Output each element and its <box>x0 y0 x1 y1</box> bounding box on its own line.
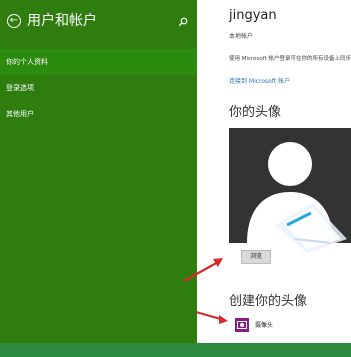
camera-label: 摄像头 <box>255 322 274 329</box>
nav-item-label: 你的个人资料 <box>6 58 48 66</box>
header: ← 用户和帐户 <box>0 10 197 38</box>
browse-button[interactable]: 浏览 <box>241 250 271 264</box>
search-icon[interactable] <box>178 17 188 27</box>
nav-item-sign-in-options[interactable]: 登录选项 <box>0 75 197 101</box>
camera-icon <box>235 318 249 332</box>
mouse-pointer-icon <box>275 203 347 253</box>
nav-item-other-users[interactable]: 其他用户 <box>0 101 197 127</box>
page-title: 用户和帐户 <box>27 13 97 29</box>
profile-content: jingyan 本地帐户 使用 Microsoft 帐户登录可在你的所有设备上同… <box>197 0 351 343</box>
annotation-arrow-icon <box>183 258 223 282</box>
bottom-bar <box>0 343 351 357</box>
left-panel: ← 用户和帐户 你的个人资料 登录选项 其他用户 <box>0 0 197 343</box>
connect-microsoft-account-link[interactable]: 连接到 Microsoft 帐户 <box>229 76 290 85</box>
avatar-heading: 你的头像 <box>229 105 282 120</box>
account-description: 使用 Microsoft 帐户登录可在你的所有设备上同步你的设置、文件和设置的其… <box>229 56 351 62</box>
account-type: 本地帐户 <box>229 33 254 40</box>
camera-option[interactable]: 摄像头 <box>235 318 295 334</box>
back-arrow-icon[interactable]: ← <box>7 14 21 28</box>
nav-item-label: 其他用户 <box>6 110 34 118</box>
nav-item-your-profile[interactable]: 你的个人资料 <box>0 49 197 75</box>
nav-list: 你的个人资料 登录选项 其他用户 <box>0 49 197 127</box>
annotation-arrow-icon <box>195 310 228 324</box>
user-name: jingyan <box>229 8 277 23</box>
create-avatar-heading: 创建你的头像 <box>229 294 308 309</box>
nav-item-label: 登录选项 <box>6 84 34 92</box>
